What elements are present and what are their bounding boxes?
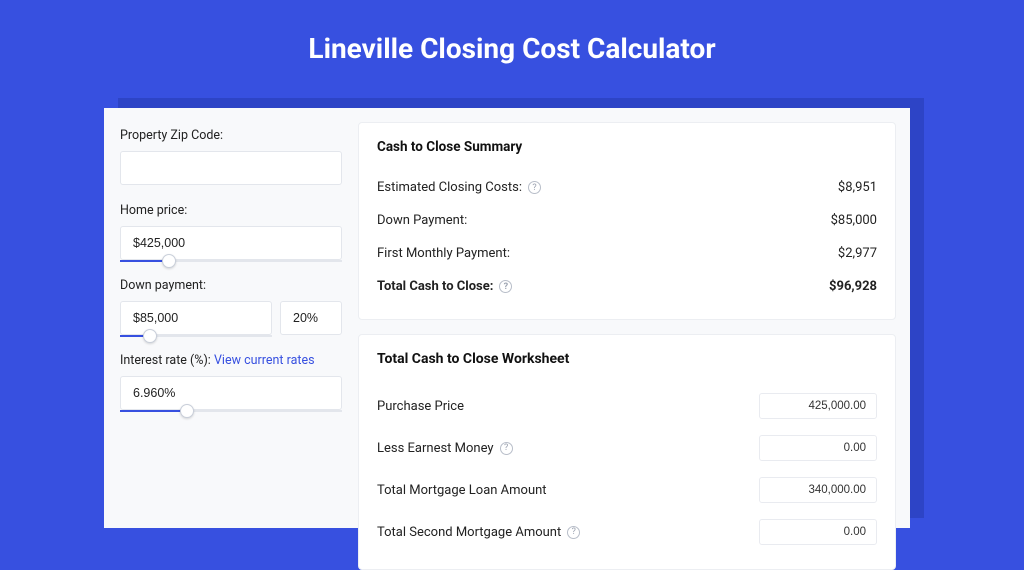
help-icon[interactable]: ? bbox=[528, 181, 541, 194]
summary-row-closing-costs: Estimated Closing Costs: ? $8,951 bbox=[377, 171, 877, 204]
ws-label-text: Total Second Mortgage Amount bbox=[377, 525, 561, 540]
rate-group: Interest rate (%): View current rates bbox=[120, 353, 342, 410]
ws-label-text: Purchase Price bbox=[377, 399, 464, 414]
zip-label: Property Zip Code: bbox=[120, 128, 342, 143]
ws-row-second-mortgage: Total Second Mortgage Amount ? bbox=[377, 511, 877, 553]
summary-value: $2,977 bbox=[838, 246, 877, 261]
dp-group: Down payment: bbox=[120, 278, 342, 335]
rate-label: Interest rate (%): View current rates bbox=[120, 353, 342, 368]
help-icon[interactable]: ? bbox=[500, 442, 513, 455]
price-label: Home price: bbox=[120, 203, 342, 218]
results-column: Cash to Close Summary Estimated Closing … bbox=[358, 122, 896, 570]
ws-row-purchase-price: Purchase Price bbox=[377, 385, 877, 427]
help-icon[interactable]: ? bbox=[499, 280, 512, 293]
dp-amount-input[interactable] bbox=[120, 301, 272, 335]
ws-input[interactable] bbox=[759, 393, 877, 419]
ws-input[interactable] bbox=[759, 477, 877, 503]
summary-total-value: $96,928 bbox=[829, 279, 877, 294]
summary-row-down-payment: Down Payment: $85,000 bbox=[377, 204, 877, 237]
summary-value: $85,000 bbox=[831, 213, 877, 228]
summary-row-first-monthly: First Monthly Payment: $2,977 bbox=[377, 237, 877, 270]
dp-label: Down payment: bbox=[120, 278, 342, 293]
help-icon[interactable]: ? bbox=[567, 526, 580, 539]
rate-input[interactable] bbox=[120, 376, 342, 410]
worksheet-title: Total Cash to Close Worksheet bbox=[377, 351, 877, 367]
summary-panel: Cash to Close Summary Estimated Closing … bbox=[358, 122, 896, 320]
ws-input[interactable] bbox=[759, 519, 877, 545]
ws-label-text: Total Mortgage Loan Amount bbox=[377, 483, 547, 498]
summary-row-total: Total Cash to Close: ? $96,928 bbox=[377, 270, 877, 303]
summary-value: $8,951 bbox=[838, 180, 877, 195]
summary-label-text: Estimated Closing Costs: bbox=[377, 180, 522, 195]
calculator-card: Property Zip Code: Home price: Down paym… bbox=[104, 108, 910, 528]
summary-title: Cash to Close Summary bbox=[377, 139, 877, 155]
dp-pct-input[interactable] bbox=[280, 301, 342, 335]
worksheet-panel: Total Cash to Close Worksheet Purchase P… bbox=[358, 334, 896, 570]
summary-total-label: Total Cash to Close: bbox=[377, 279, 493, 294]
ws-label-text: Less Earnest Money bbox=[377, 441, 494, 456]
ws-row-earnest-money: Less Earnest Money ? bbox=[377, 427, 877, 469]
price-group: Home price: bbox=[120, 203, 342, 260]
view-rates-link[interactable]: View current rates bbox=[214, 353, 315, 368]
ws-row-mortgage-amount: Total Mortgage Loan Amount bbox=[377, 469, 877, 511]
summary-label-text: First Monthly Payment: bbox=[377, 246, 510, 261]
ws-input[interactable] bbox=[759, 435, 877, 461]
inputs-column: Property Zip Code: Home price: Down paym… bbox=[118, 122, 344, 570]
price-input[interactable] bbox=[120, 226, 342, 260]
summary-label-text: Down Payment: bbox=[377, 213, 467, 228]
zip-input[interactable] bbox=[120, 151, 342, 185]
page-title: Lineville Closing Cost Calculator bbox=[0, 0, 1024, 87]
zip-group: Property Zip Code: bbox=[120, 128, 342, 185]
